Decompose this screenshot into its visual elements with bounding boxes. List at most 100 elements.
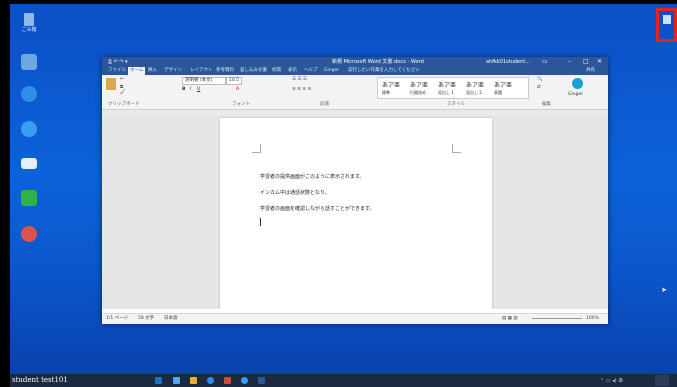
underline-button[interactable]: U — [197, 87, 200, 92]
share-button[interactable]: 共有 — [586, 67, 595, 75]
desktop-icon-7[interactable] — [10, 226, 48, 243]
format-painter-icon[interactable]: 🖌 — [120, 90, 126, 95]
font-group-label: フォント — [232, 102, 250, 107]
close-button[interactable]: ✕ — [597, 57, 602, 67]
ribbon-tabs: ファイル ホーム 挿入 デザイン レイアウト 参考資料 差し込み文書 校閲 表示… — [102, 67, 608, 75]
italic-button[interactable]: I — [190, 87, 191, 92]
doc-line-2: インカム中は通話状態となり、 — [260, 190, 330, 196]
desktop-icon-6[interactable] — [10, 190, 48, 207]
font-size-select[interactable]: 10.5 — [226, 77, 243, 85]
play-icon — [21, 190, 37, 206]
edge-icon — [21, 86, 37, 102]
paste-icon[interactable] — [106, 78, 116, 90]
paragraph-group-label: 段落 — [320, 102, 329, 107]
recycle-bin-icon — [24, 13, 34, 26]
word-taskbar-icon[interactable] — [258, 377, 265, 384]
doc-line-3: 学習者の画面を確認しながら話すことができます。 — [260, 206, 375, 212]
maximize-button[interactable]: □ — [583, 57, 589, 67]
tab-review[interactable]: 校閲 — [272, 67, 281, 75]
style-name-title: 表題 — [494, 90, 502, 95]
cut-icon[interactable]: ✂ — [120, 77, 124, 82]
tab-home[interactable]: ホーム — [128, 67, 146, 75]
word-window[interactable]: ⎙ ↶ ↷ ▾ 新規 Microsoft Word 文書.docx - Word… — [102, 57, 608, 324]
tab-view[interactable]: 表示 — [288, 67, 297, 75]
view-mode-icons[interactable]: ▤ ▦ ▥ — [502, 314, 518, 324]
desktop-icon-5[interactable] — [10, 158, 48, 170]
zoom-level[interactable]: 100% — [586, 314, 599, 324]
document-area: 学習者の提供画面がこのように表示されます。 インカム中は通話状態となり、 学習者… — [102, 116, 608, 309]
status-bar: 1/1 ページ 58 文字 日本語 ▤ ▦ ▥ 100% — [102, 313, 608, 324]
desktop-icon-2[interactable] — [10, 54, 48, 71]
edit-group-label: 編集 — [542, 102, 551, 107]
ribbon-display-icon[interactable]: ▭ — [542, 57, 548, 67]
style-name-nospacing: 行間詰め — [410, 90, 426, 95]
highlight-box — [656, 8, 677, 42]
bold-button[interactable]: B — [182, 87, 185, 92]
app-red-icon — [21, 226, 37, 242]
find-icon[interactable]: 🔍 — [537, 77, 543, 82]
word-titlebar: ⎙ ↶ ↷ ▾ 新規 Microsoft Word 文書.docx - Word… — [102, 57, 608, 67]
font-name-select[interactable]: 游明朝 (本文) — [182, 77, 226, 85]
zoom-slider[interactable] — [532, 318, 582, 319]
style-sample-heading1[interactable]: あア亜 — [438, 80, 456, 89]
desktop-icon-4[interactable] — [10, 121, 48, 138]
start-icon[interactable] — [155, 377, 162, 384]
language-status[interactable]: 日本語 — [164, 314, 178, 324]
taskbar: student test101 ⌃ ▭ ◂) あ — [10, 374, 677, 387]
styles-gallery[interactable]: あア亜 あア亜 あア亜 あア亜 あア亜 標準 行間詰め 見出し 1 見出し 2 … — [377, 77, 529, 99]
style-name-normal: 標準 — [382, 90, 390, 95]
style-sample-title[interactable]: あア亜 — [494, 80, 512, 89]
tab-layout[interactable]: レイアウト — [190, 67, 213, 75]
tab-insert[interactable]: 挿入 — [148, 67, 157, 75]
minimize-button[interactable]: – — [568, 57, 571, 67]
align-icons[interactable]: ≡ ≡ ≡ ≡ — [292, 87, 311, 92]
tab-file[interactable]: ファイル — [108, 67, 126, 75]
ginger-icon[interactable] — [572, 78, 583, 89]
show-desktop-icon[interactable] — [663, 15, 671, 24]
desktop-icon-label: ごみ箱 — [21, 27, 37, 33]
notification-icon[interactable] — [655, 375, 669, 386]
tab-mailings[interactable]: 差し込み文書 — [240, 67, 267, 75]
user-label: student test101 — [12, 376, 68, 384]
mouse-cursor: ➤ — [661, 286, 667, 294]
replace-icon[interactable]: ⇄ — [537, 85, 541, 90]
margin-mark-left — [252, 144, 261, 153]
word-count[interactable]: 58 文字 — [138, 314, 154, 324]
font-color-icon[interactable]: A — [236, 87, 239, 92]
style-name-heading2: 見出し 2 — [466, 90, 482, 95]
edge-taskbar-icon[interactable] — [207, 377, 214, 384]
page-count[interactable]: 1/1 ページ — [106, 314, 128, 324]
monitor-icon — [21, 158, 37, 169]
ribbon-home: ✂ ⧉ 🖌 クリップボード 游明朝 (本文) 10.5 B I U A フォント… — [102, 75, 608, 110]
styles-group-label: スタイル — [447, 102, 465, 107]
tab-ginger[interactable]: Ginger — [324, 67, 339, 75]
chrome-taskbar-icon[interactable] — [241, 377, 248, 384]
style-sample-normal[interactable]: あア亜 — [382, 80, 400, 89]
style-sample-nospacing[interactable]: あア亜 — [410, 80, 428, 89]
file-explorer-icon[interactable] — [190, 377, 197, 384]
monitor-frame: ごみ箱 ⎙ ↶ ↷ ▾ 新規 Microsoft Word 文書.docx - … — [0, 0, 677, 387]
ginger-label: Ginger — [568, 92, 584, 97]
app-taskbar-icon[interactable] — [224, 377, 231, 384]
doc-line-1: 学習者の提供画面がこのように表示されます。 — [260, 174, 365, 180]
desktop-icon-recycle-bin[interactable]: ごみ箱 — [10, 13, 48, 33]
clipboard-group-label: クリップボード — [108, 102, 140, 107]
style-sample-heading2[interactable]: あア亜 — [466, 80, 484, 89]
style-name-heading1: 見出し 1 — [438, 90, 454, 95]
app-icon — [21, 121, 37, 137]
tell-me-search[interactable]: 実行したい作業を入力してください — [348, 67, 420, 75]
text-cursor — [260, 218, 261, 226]
window-title: 新規 Microsoft Word 文書.docx - Word — [332, 59, 424, 65]
desktop-icon-edge[interactable] — [10, 86, 48, 103]
margin-mark-right — [452, 144, 461, 153]
tab-references[interactable]: 参考資料 — [216, 67, 234, 75]
tab-help[interactable]: ヘルプ — [304, 67, 318, 75]
bullets-icon[interactable]: ☰ ☰ ☰ — [292, 77, 307, 82]
task-view-icon[interactable] — [173, 377, 180, 384]
quick-access-toolbar[interactable]: ⎙ ↶ ↷ ▾ — [108, 57, 128, 67]
account-name[interactable]: ahfkk01student... — [486, 57, 530, 67]
tab-design[interactable]: デザイン — [164, 67, 182, 75]
desktop-screen: ごみ箱 ⎙ ↶ ↷ ▾ 新規 Microsoft Word 文書.docx - … — [10, 4, 677, 387]
system-tray[interactable]: ⌃ ▭ ◂) あ — [600, 377, 623, 384]
document-page[interactable]: 学習者の提供画面がこのように表示されます。 インカム中は通話状態となり、 学習者… — [220, 118, 492, 309]
